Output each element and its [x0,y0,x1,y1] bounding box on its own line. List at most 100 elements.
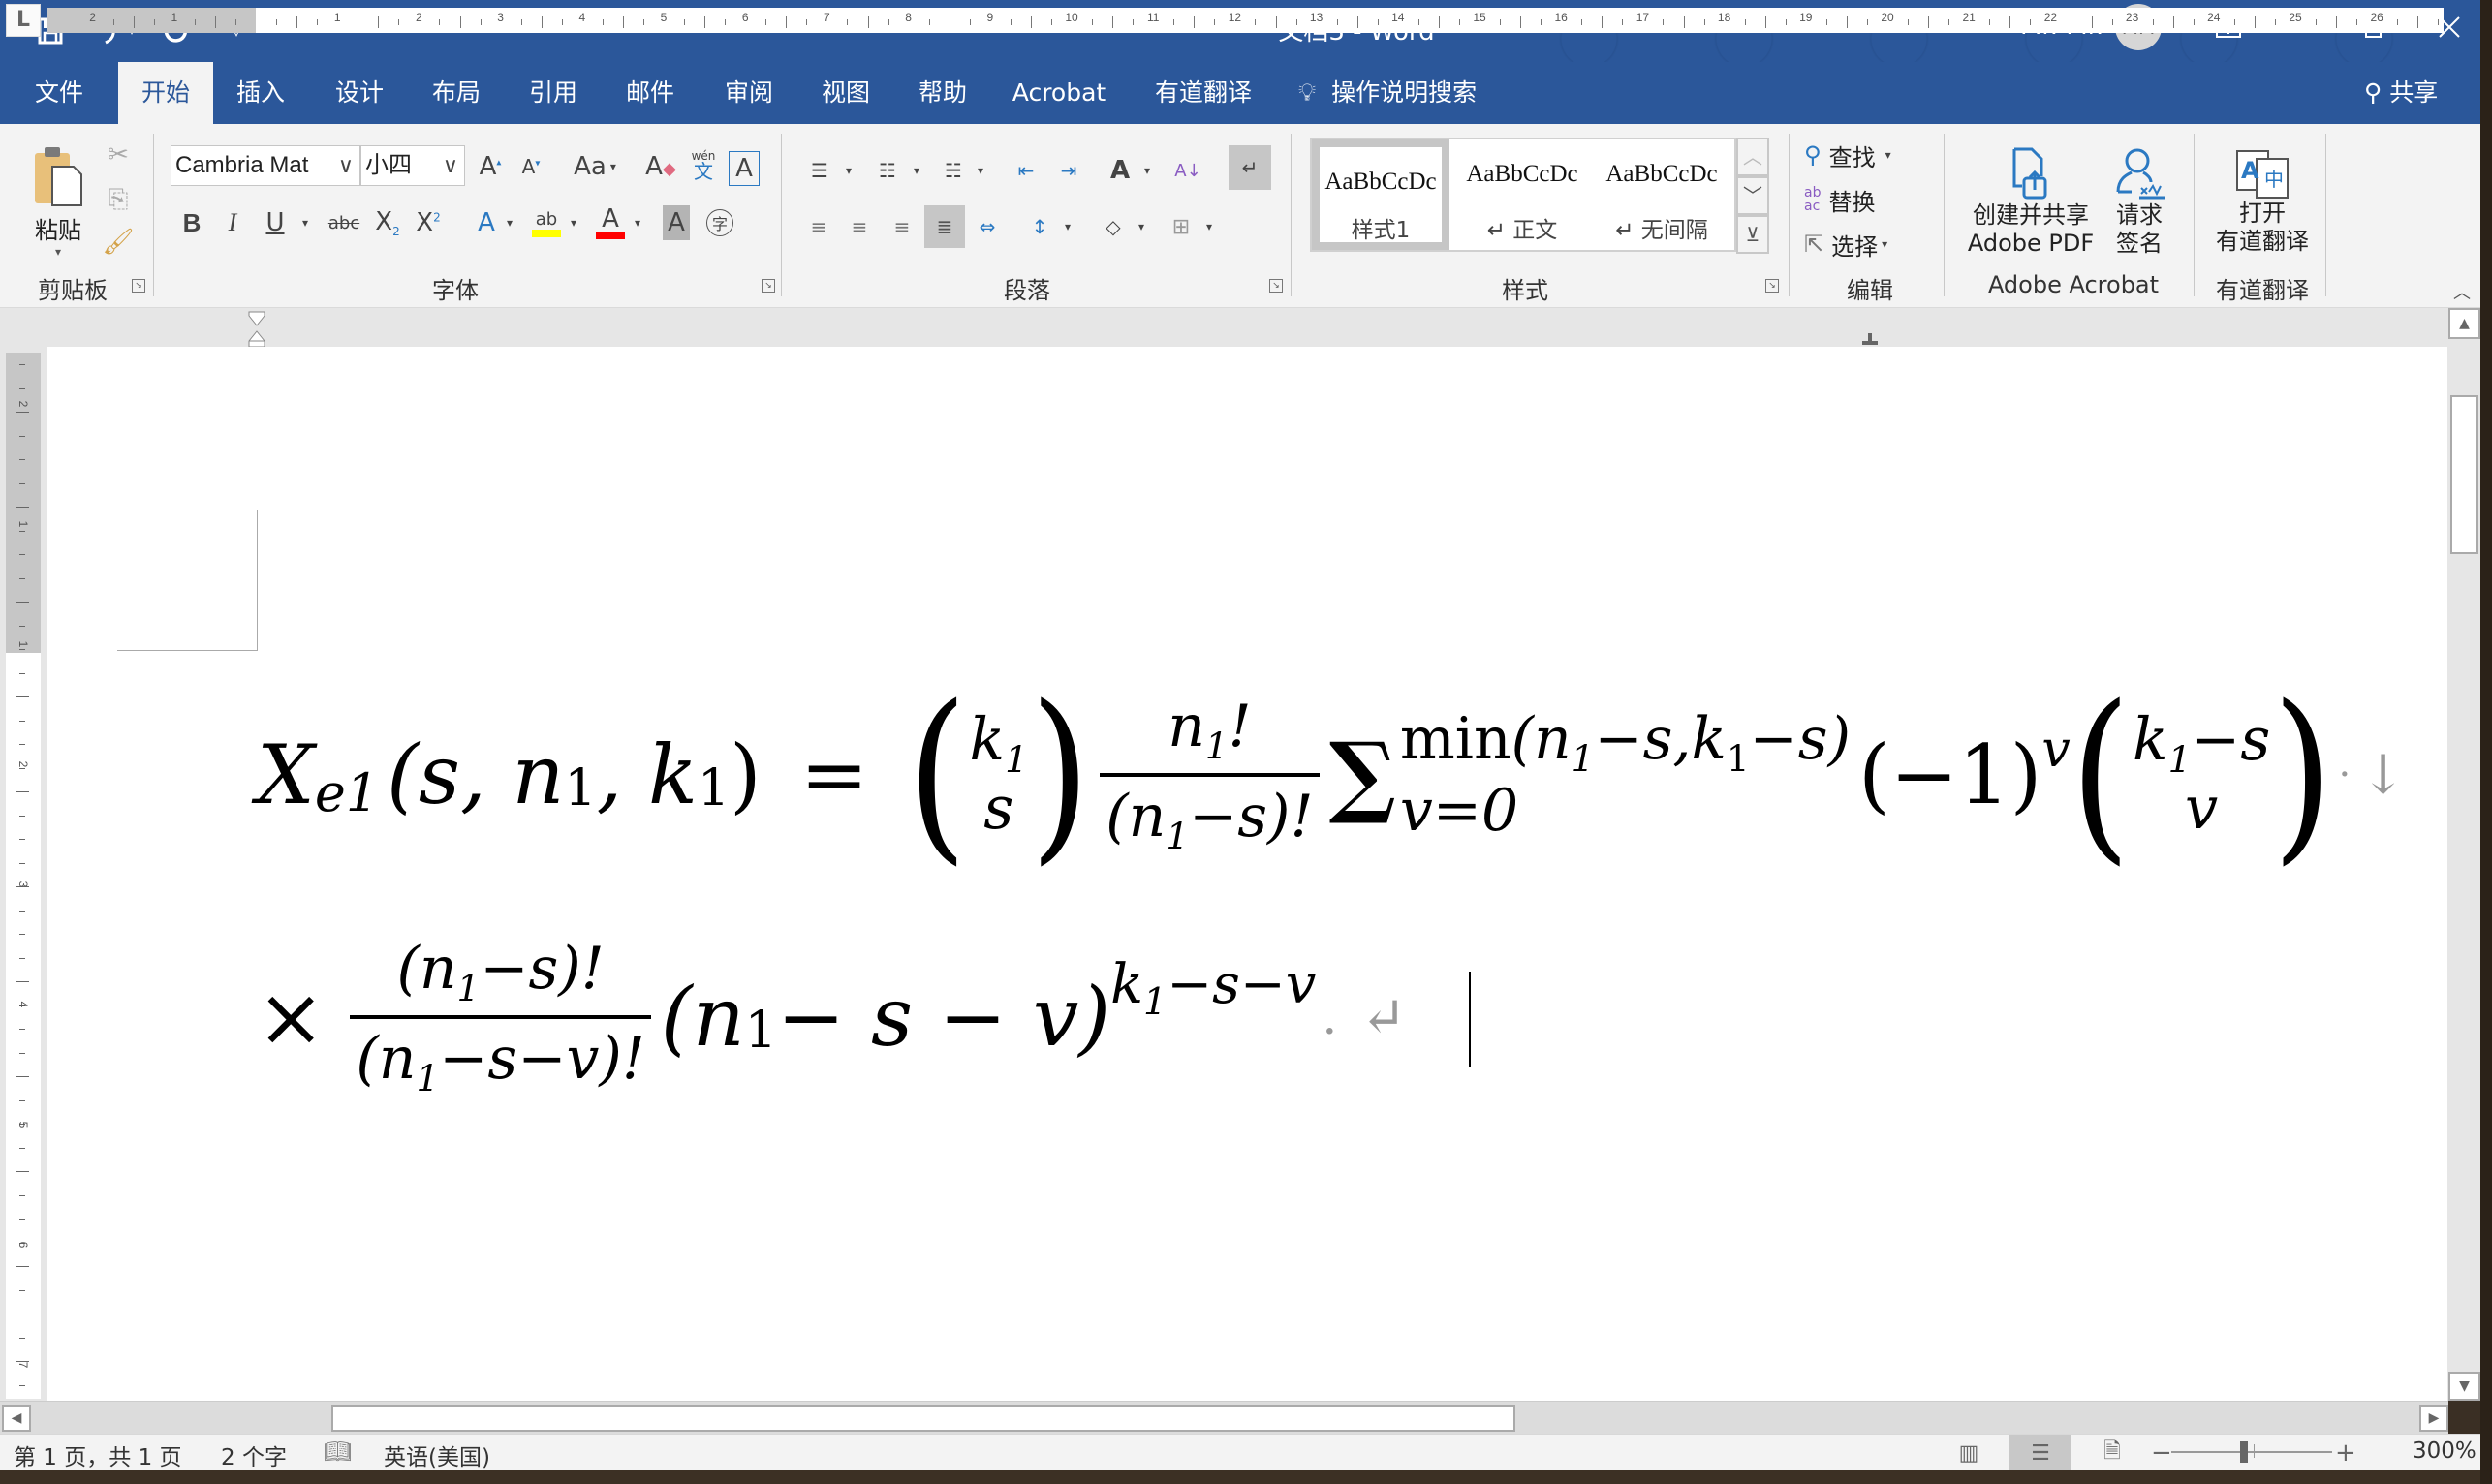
create-share-pdf-button[interactable]: 创建并共享 Adobe PDF [1963,136,2099,269]
shrink-font-button[interactable]: A▾ [514,147,548,186]
horizontal-ruler[interactable]: 2 1 1 2 3 4 5 6 7 8 9 10 11 12 13 14 15 16 17 18 19 20 21 22 23 2… [47,8,2444,33]
styles-more-button[interactable]: ⊻ [1736,215,1769,254]
tab-insert[interactable]: 插入 [225,62,296,124]
scroll-left-button[interactable]: ◀ [2,1405,31,1432]
vertical-ruler[interactable]: 2112345678 [6,353,41,1484]
font-color-dropdown[interactable]: ▾ [630,201,645,244]
zoom-out-button[interactable]: − [2151,1438,2172,1468]
zoom-slider-thumb[interactable] [2240,1441,2248,1463]
page-info[interactable]: 第 1 页，共 1 页 [14,1438,182,1471]
tab-stop-selector[interactable]: L [6,4,41,37]
tab-acrobat[interactable]: Acrobat [1008,62,1110,124]
paragraph-launcher[interactable]: ↘ [1269,279,1283,293]
tab-file[interactable]: 文件 [23,62,95,124]
align-right-button[interactable]: ≡ [884,205,920,248]
highlight-button[interactable]: ab [529,201,564,244]
word-count[interactable]: 2 个字 [221,1438,287,1471]
zoom-slider[interactable] [2171,1451,2332,1453]
collapse-ribbon-button[interactable]: ︿ [2447,279,2476,304]
equation-line-2[interactable]: × (n1−s)! (n1−s−v)! (n 1 − s − v) k1−s−v … [257,920,1406,1114]
cut-button[interactable]: ✂ [101,138,136,172]
asian-layout-button[interactable]: A [1103,151,1137,190]
tab-review[interactable]: 审阅 [713,62,785,124]
zoom-in-button[interactable]: + [2335,1438,2356,1468]
scroll-right-button[interactable]: ▶ [2419,1405,2448,1432]
enclose-characters-button[interactable]: 字 [703,203,736,242]
line-spacing-button[interactable]: ↕ [1021,205,1058,248]
scroll-up-button[interactable]: ▲ [2448,308,2480,339]
styles-scroll-up-button[interactable]: ︿ [1736,138,1769,176]
bullets-dropdown[interactable]: ▾ [841,151,857,190]
phonetic-guide-button[interactable]: wén 文 [684,143,723,188]
tell-me-search[interactable]: 💡︎ 操作说明搜索 [1294,62,1517,124]
font-color-button[interactable]: A [593,201,628,244]
web-layout-button[interactable]: 🗎︎ [2081,1435,2143,1471]
borders-dropdown[interactable]: ▾ [1201,205,1217,248]
highlight-dropdown[interactable]: ▾ [566,201,581,244]
request-signature-button[interactable]: 请求 签名 [2101,136,2178,269]
strikethrough-button[interactable]: abc [324,201,364,244]
clipboard-launcher[interactable]: ↘ [132,279,145,293]
asian-layout-dropdown[interactable]: ▾ [1139,151,1155,190]
clear-formatting-button[interactable]: A◆ [641,147,680,186]
text-effects-button[interactable]: A [469,201,504,244]
horizontal-scroll-thumb[interactable] [331,1405,1515,1432]
paste-button[interactable]: 粘贴 ▾ [27,136,89,267]
line-spacing-dropdown[interactable]: ▾ [1060,205,1075,248]
underline-dropdown[interactable]: ▾ [296,201,314,244]
numbering-dropdown[interactable]: ▾ [909,151,924,190]
font-size-combo[interactable]: 小四 ∨ [360,145,465,186]
proofing-button[interactable]: 📖︎ [324,1438,352,1465]
superscript-button[interactable]: X2 [411,201,446,244]
increase-indent-button[interactable]: ⇥ [1050,151,1087,190]
tab-youdao[interactable]: 有道翻译 [1149,62,1258,124]
styles-scroll-down-button[interactable]: ﹀ [1736,176,1769,215]
subscript-button[interactable]: X2 [370,201,405,244]
indent-marker[interactable] [248,310,265,349]
tab-mailings[interactable]: 邮件 [614,62,686,124]
style-item[interactable]: AaBbCcDc ↵ 无间隔 [1593,139,1730,250]
font-name-combo[interactable]: Cambria Mat ∨ [171,145,360,186]
grow-font-button[interactable]: A▴ [473,147,508,186]
tab-design[interactable]: 设计 [324,62,395,124]
shading-dropdown[interactable]: ▾ [1134,205,1149,248]
multilevel-list-button[interactable]: ☵ [934,151,973,190]
style-item[interactable]: AaBbCcDc ↵ 正文 [1453,139,1591,250]
open-youdao-button[interactable]: A中 打开 有道翻译 [2209,136,2316,269]
align-left-button[interactable]: ≡ [800,205,837,248]
character-border-button[interactable]: A [729,151,760,186]
font-launcher[interactable]: ↘ [762,279,775,293]
borders-button[interactable]: ⊞ [1163,205,1199,248]
show-hide-marks-button[interactable]: ↵ [1229,145,1271,190]
find-button[interactable]: ⚲ 查找 ▾ [1804,136,1924,174]
styles-launcher[interactable]: ↘ [1765,279,1779,293]
replace-button[interactable]: ab ac 替换 [1804,180,1924,219]
format-painter-button[interactable]: 🖌︎ [101,225,136,260]
justify-button[interactable]: ≣ [924,205,965,248]
bullets-button[interactable]: ☰ [800,151,839,190]
bold-button[interactable]: B [174,201,209,244]
print-layout-button[interactable]: ☰ [2009,1435,2071,1471]
copy-button[interactable]: ⎘ [101,182,136,217]
zoom-level[interactable]: 300% [2413,1438,2476,1464]
scroll-down-button[interactable]: ▼ [2448,1372,2480,1401]
language[interactable]: 英语(美国) [384,1438,490,1471]
tab-layout[interactable]: 布局 [421,62,492,124]
sort-button[interactable]: A↓ [1170,151,1205,190]
share-button[interactable]: ⚲ 共享 [2364,62,2438,124]
equation-line-1[interactable]: Xe1 (s, n1, k 1) = ( k1 s ) n1! (n1−s)! ∑… [257,678,2406,872]
character-shading-button[interactable]: A [663,205,690,240]
align-center-button[interactable]: ≡ [841,205,878,248]
shading-button[interactable]: ◇ [1095,205,1132,248]
distributed-button[interactable]: ⇔ [969,205,1006,248]
select-button[interactable]: ⇱ 选择 ▾ [1804,225,1924,263]
decrease-indent-button[interactable]: ⇤ [1008,151,1044,190]
read-mode-button[interactable]: ▥ [1938,1435,2000,1471]
italic-button[interactable]: I [215,201,250,244]
text-effects-dropdown[interactable]: ▾ [502,201,517,244]
multilevel-list-dropdown[interactable]: ▾ [973,151,988,190]
vertical-scroll-thumb[interactable] [2450,395,2478,554]
tab-home[interactable]: 开始 [118,62,213,124]
tab-help[interactable]: 帮助 [907,62,979,124]
style-item[interactable]: AaBbCcDc 样式1 [1312,139,1449,250]
